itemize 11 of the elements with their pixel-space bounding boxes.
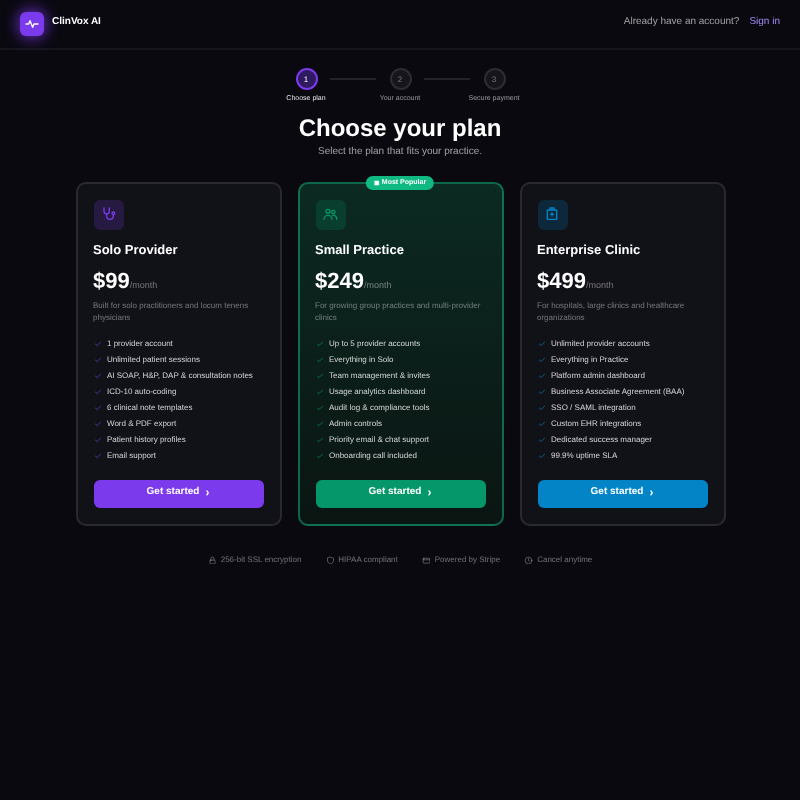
lock-icon [207,555,217,565]
stethoscope-icon [100,206,116,223]
plan-price: $99 [93,267,130,297]
plan-price: $499 [537,267,586,297]
people-icon [322,206,338,223]
clock-icon [524,555,534,565]
card-icon [421,555,431,565]
plan-price: $249 [315,267,364,297]
page-title: Choose your plan [296,114,504,143]
shield-icon [325,555,335,565]
logo-icon [20,12,44,36]
